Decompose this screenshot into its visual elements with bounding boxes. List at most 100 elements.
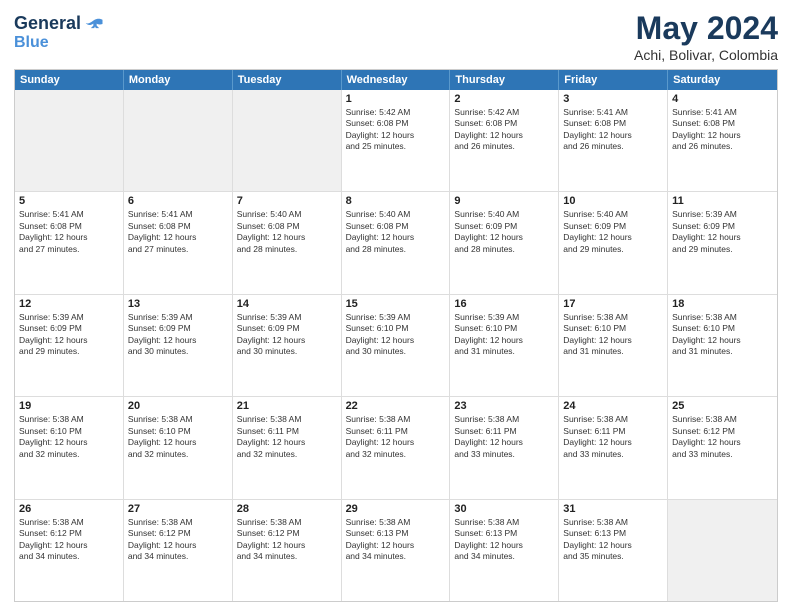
calendar-cell: 31 Sunrise: 5:38 AM Sunset: 6:13 PM Dayli… [559,500,668,601]
day-number: 13 [128,298,228,310]
day-info: Sunrise: 5:39 AM Sunset: 6:09 PM Dayligh… [237,312,337,358]
day-info: Sunrise: 5:38 AM Sunset: 6:12 PM Dayligh… [237,517,337,563]
calendar-cell: 30 Sunrise: 5:38 AM Sunset: 6:13 PM Dayli… [450,500,559,601]
page: General Blue May 2024 Achi, Bolivar, Col… [0,0,792,612]
day-number: 16 [454,298,554,310]
calendar-cell: 25Sunrise: 5:38 AM Sunset: 6:12 PM Dayli… [668,397,777,498]
day-info: Sunrise: 5:38 AM Sunset: 6:12 PM Dayligh… [128,517,228,563]
day-info: Sunrise: 5:39 AM Sunset: 6:10 PM Dayligh… [346,312,446,358]
day-number: 27 [128,503,228,515]
header-friday: Friday [559,70,668,90]
header-monday: Monday [124,70,233,90]
day-number: 28 [237,503,337,515]
calendar-cell: 9 Sunrise: 5:40 AM Sunset: 6:09 PM Daylig… [450,192,559,293]
day-number: 22 [346,400,446,412]
day-info: Sunrise: 5:41 AM Sunset: 6:08 PM Dayligh… [672,107,773,153]
calendar-week-1: 1 Sunrise: 5:42 AM Sunset: 6:08 PM Daylig… [15,90,777,192]
day-info: Sunrise: 5:38 AM Sunset: 6:12 PM Dayligh… [672,414,773,460]
calendar-cell: 21 Sunrise: 5:38 AM Sunset: 6:11 PM Dayli… [233,397,342,498]
day-info: Sunrise: 5:40 AM Sunset: 6:09 PM Dayligh… [563,209,663,255]
day-info: Sunrise: 5:38 AM Sunset: 6:11 PM Dayligh… [454,414,554,460]
day-info: Sunrise: 5:40 AM Sunset: 6:08 PM Dayligh… [346,209,446,255]
calendar-cell: 18 Sunrise: 5:38 AM Sunset: 6:10 PM Dayli… [668,295,777,396]
calendar-cell: 28 Sunrise: 5:38 AM Sunset: 6:12 PM Dayli… [233,500,342,601]
day-info: Sunrise: 5:40 AM Sunset: 6:09 PM Dayligh… [454,209,554,255]
calendar-cell: 11Sunrise: 5:39 AM Sunset: 6:09 PM Dayli… [668,192,777,293]
header-saturday: Saturday [668,70,777,90]
day-info: Sunrise: 5:39 AM Sunset: 6:09 PM Dayligh… [672,209,773,255]
day-info: Sunrise: 5:40 AM Sunset: 6:08 PM Dayligh… [237,209,337,255]
logo-blue-text: Blue [14,34,49,51]
day-number: 10 [563,195,663,207]
calendar-cell: 29Sunrise: 5:38 AM Sunset: 6:13 PM Dayli… [342,500,451,601]
calendar: Sunday Monday Tuesday Wednesday Thursday… [14,69,778,602]
day-number: 12 [19,298,119,310]
header-thursday: Thursday [450,70,559,90]
day-info: Sunrise: 5:41 AM Sunset: 6:08 PM Dayligh… [128,209,228,255]
header-tuesday: Tuesday [233,70,342,90]
day-info: Sunrise: 5:38 AM Sunset: 6:10 PM Dayligh… [672,312,773,358]
main-title: May 2024 [634,10,778,47]
calendar-week-2: 5 Sunrise: 5:41 AM Sunset: 6:08 PM Daylig… [15,192,777,294]
calendar-cell: 2 Sunrise: 5:42 AM Sunset: 6:08 PM Daylig… [450,90,559,191]
day-number: 20 [128,400,228,412]
calendar-cell: 6Sunrise: 5:41 AM Sunset: 6:08 PM Daylig… [124,192,233,293]
day-info: Sunrise: 5:38 AM Sunset: 6:13 PM Dayligh… [454,517,554,563]
day-number: 3 [563,93,663,105]
day-number: 5 [19,195,119,207]
day-number: 4 [672,93,773,105]
header-wednesday: Wednesday [342,70,451,90]
day-number: 9 [454,195,554,207]
calendar-cell: 5Sunrise: 5:41 AM Sunset: 6:08 PM Daylig… [15,192,124,293]
calendar-cell: 13 Sunrise: 5:39 AM Sunset: 6:09 PM Dayli… [124,295,233,396]
day-number: 15 [346,298,446,310]
day-info: Sunrise: 5:38 AM Sunset: 6:11 PM Dayligh… [563,414,663,460]
logo-text: General [14,14,81,34]
logo: General Blue [14,14,105,52]
day-info: Sunrise: 5:42 AM Sunset: 6:08 PM Dayligh… [454,107,554,153]
header-sunday: Sunday [15,70,124,90]
day-number: 14 [237,298,337,310]
calendar-cell: 23 Sunrise: 5:38 AM Sunset: 6:11 PM Dayli… [450,397,559,498]
day-number: 21 [237,400,337,412]
day-info: Sunrise: 5:38 AM Sunset: 6:10 PM Dayligh… [19,414,119,460]
calendar-cell: 20Sunrise: 5:38 AM Sunset: 6:10 PM Dayli… [124,397,233,498]
calendar-cell [668,500,777,601]
calendar-cell: 12 Sunrise: 5:39 AM Sunset: 6:09 PM Dayli… [15,295,124,396]
calendar-cell: 16 Sunrise: 5:39 AM Sunset: 6:10 PM Dayli… [450,295,559,396]
calendar-cell: 8 Sunrise: 5:40 AM Sunset: 6:08 PM Daylig… [342,192,451,293]
subtitle: Achi, Bolivar, Colombia [634,47,778,63]
calendar-cell: 10 Sunrise: 5:40 AM Sunset: 6:09 PM Dayli… [559,192,668,293]
day-number: 31 [563,503,663,515]
calendar-cell: 14 Sunrise: 5:39 AM Sunset: 6:09 PM Dayli… [233,295,342,396]
day-number: 1 [346,93,446,105]
day-info: Sunrise: 5:41 AM Sunset: 6:08 PM Dayligh… [563,107,663,153]
calendar-cell: 22Sunrise: 5:38 AM Sunset: 6:11 PM Dayli… [342,397,451,498]
calendar-cell: 1 Sunrise: 5:42 AM Sunset: 6:08 PM Daylig… [342,90,451,191]
day-info: Sunrise: 5:42 AM Sunset: 6:08 PM Dayligh… [346,107,446,153]
day-info: Sunrise: 5:39 AM Sunset: 6:09 PM Dayligh… [128,312,228,358]
day-info: Sunrise: 5:38 AM Sunset: 6:13 PM Dayligh… [563,517,663,563]
calendar-cell [233,90,342,191]
day-number: 29 [346,503,446,515]
calendar-cell: 7 Sunrise: 5:40 AM Sunset: 6:08 PM Daylig… [233,192,342,293]
day-info: Sunrise: 5:38 AM Sunset: 6:11 PM Dayligh… [237,414,337,460]
day-number: 30 [454,503,554,515]
day-number: 23 [454,400,554,412]
calendar-cell: 4 Sunrise: 5:41 AM Sunset: 6:08 PM Daylig… [668,90,777,191]
day-number: 8 [346,195,446,207]
day-number: 7 [237,195,337,207]
day-number: 2 [454,93,554,105]
calendar-cell [124,90,233,191]
calendar-cell [15,90,124,191]
day-info: Sunrise: 5:39 AM Sunset: 6:10 PM Dayligh… [454,312,554,358]
day-number: 26 [19,503,119,515]
calendar-week-3: 12 Sunrise: 5:39 AM Sunset: 6:09 PM Dayli… [15,295,777,397]
day-number: 18 [672,298,773,310]
calendar-cell: 3 Sunrise: 5:41 AM Sunset: 6:08 PM Daylig… [559,90,668,191]
calendar-week-4: 19 Sunrise: 5:38 AM Sunset: 6:10 PM Dayli… [15,397,777,499]
day-info: Sunrise: 5:38 AM Sunset: 6:10 PM Dayligh… [563,312,663,358]
day-info: Sunrise: 5:39 AM Sunset: 6:09 PM Dayligh… [19,312,119,358]
calendar-cell: 27 Sunrise: 5:38 AM Sunset: 6:12 PM Dayli… [124,500,233,601]
day-number: 19 [19,400,119,412]
